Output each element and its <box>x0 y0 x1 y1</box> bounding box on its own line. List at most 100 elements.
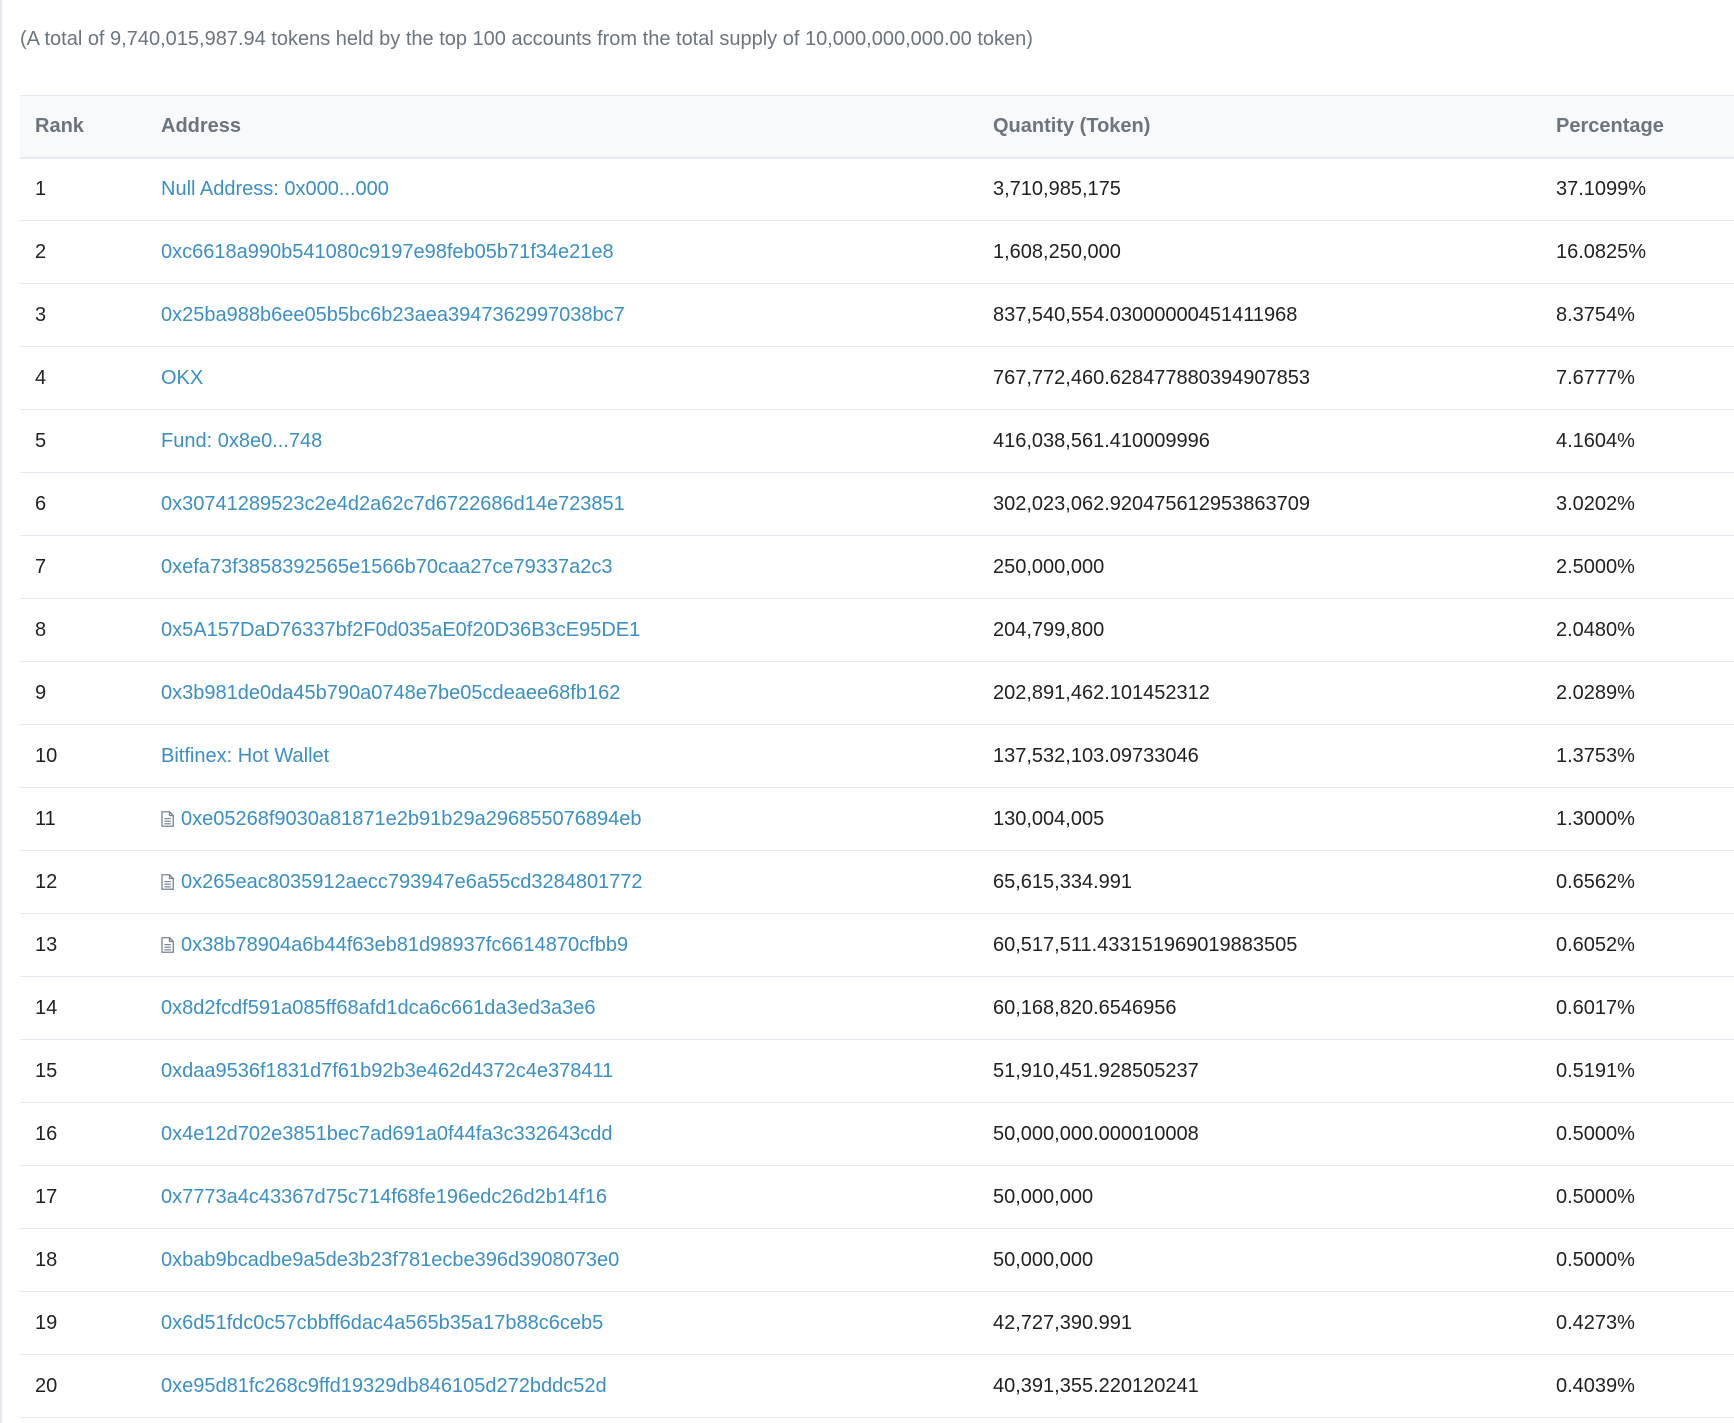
rank-cell: 6 <box>20 472 146 536</box>
address-link[interactable]: 0xefa73f3858392565e1566b70caa27ce79337a2… <box>161 556 613 578</box>
address-cell: 0x8d2fcdf591a085ff68afd1dca6c661da3ed3a3… <box>146 976 978 1040</box>
percentage-cell: 0.6562% <box>1541 850 1734 914</box>
percentage-cell: 0.5000% <box>1541 1228 1734 1292</box>
table-row: 18 0xbab9bcadbe9a5de3b23f781ecbe396d3908… <box>20 1228 1734 1292</box>
address-link[interactable]: 0x5A157DaD76337bf2F0d035aE0f20D36B3cE95D… <box>161 619 640 641</box>
percentage-cell: 1.3000% <box>1541 787 1734 851</box>
rank-cell: 18 <box>20 1228 146 1292</box>
rank-cell: 9 <box>20 661 146 725</box>
quantity-cell: 137,532,103.09733046 <box>978 724 1541 788</box>
quantity-cell: 1,608,250,000 <box>978 220 1541 284</box>
address-link[interactable]: 0x3b981de0da45b790a0748e7be05cdeaee68fb1… <box>161 682 620 704</box>
address-link[interactable]: Fund: 0x8e0...748 <box>161 430 322 452</box>
address-cell: 0x25ba988b6ee05b5bc6b23aea3947362997038b… <box>146 283 978 347</box>
table-row: 4 OKX 767,772,460.628477880394907853 7.6… <box>20 346 1734 410</box>
address-cell: 0x7773a4c43367d75c714f68fe196edc26d2b14f… <box>146 1165 978 1229</box>
table-row: 8 0x5A157DaD76337bf2F0d035aE0f20D36B3cE9… <box>20 598 1734 662</box>
address-link[interactable]: OKX <box>161 367 203 389</box>
quantity-cell: 50,000,000 <box>978 1228 1541 1292</box>
quantity-cell: 837,540,554.03000000451411968 <box>978 283 1541 347</box>
quantity-cell: 60,168,820.6546956 <box>978 976 1541 1040</box>
address-cell: Null Address: 0x000...000 <box>146 157 978 221</box>
address-link[interactable]: 0xe05268f9030a81871e2b91b29a296855076894… <box>181 808 641 830</box>
address-cell: 0x3b981de0da45b790a0748e7be05cdeaee68fb1… <box>146 661 978 725</box>
quantity-cell: 302,023,062.920475612953863709 <box>978 472 1541 536</box>
table-row: 2 0xc6618a990b541080c9197e98feb05b71f34e… <box>20 220 1734 284</box>
rank-cell: 13 <box>20 913 146 977</box>
quantity-cell: 51,910,451.928505237 <box>978 1039 1541 1103</box>
rank-cell: 19 <box>20 1291 146 1355</box>
address-link[interactable]: 0xc6618a990b541080c9197e98feb05b71f34e21… <box>161 241 614 263</box>
address-link[interactable]: 0x8d2fcdf591a085ff68afd1dca6c661da3ed3a3… <box>161 997 595 1019</box>
address-link[interactable]: Null Address: 0x000...000 <box>161 178 389 200</box>
table-row: 19 0x6d51fdc0c57cbbff6dac4a565b35a17b88c… <box>20 1291 1734 1355</box>
address-link[interactable]: 0xe95d81fc268c9ffd19329db846105d272bddc5… <box>161 1375 607 1397</box>
header-row: Rank Address Quantity (Token) Percentage <box>20 95 1734 159</box>
address-cell: 0x5A157DaD76337bf2F0d035aE0f20D36B3cE95D… <box>146 598 978 662</box>
address-cell: 0xefa73f3858392565e1566b70caa27ce79337a2… <box>146 535 978 599</box>
address-cell: 0x4e12d702e3851bec7ad691a0f44fa3c332643c… <box>146 1102 978 1166</box>
address-link[interactable]: 0x25ba988b6ee05b5bc6b23aea3947362997038b… <box>161 304 625 326</box>
rank-cell: 14 <box>20 976 146 1040</box>
table-row: 16 0x4e12d702e3851bec7ad691a0f44fa3c3326… <box>20 1102 1734 1166</box>
address-link[interactable]: 0x30741289523c2e4d2a62c7d6722686d14e7238… <box>161 493 625 515</box>
percentage-cell: 16.0825% <box>1541 220 1734 284</box>
table-row: 17 0x7773a4c43367d75c714f68fe196edc26d2b… <box>20 1165 1734 1229</box>
contract-file-icon <box>161 936 174 953</box>
address-link[interactable]: 0x7773a4c43367d75c714f68fe196edc26d2b14f… <box>161 1186 607 1208</box>
rank-cell: 20 <box>20 1354 146 1418</box>
table-row: 11 0xe05268f9030a81871e2b91b29a296855076… <box>20 787 1734 851</box>
address-cell: 0x38b78904a6b44f63eb81d98937fc6614870cfb… <box>146 913 978 977</box>
table-row: 13 0x38b78904a6b44f63eb81d98937fc6614870… <box>20 913 1734 977</box>
rank-cell: 17 <box>20 1165 146 1229</box>
quantity-cell: 3,710,985,175 <box>978 157 1541 221</box>
percentage-cell: 4.1604% <box>1541 409 1734 473</box>
holders-summary: (A total of 9,740,015,987.94 tokens held… <box>20 28 1033 50</box>
address-cell: 0x6d51fdc0c57cbbff6dac4a565b35a17b88c6ce… <box>146 1291 978 1355</box>
percentage-cell: 3.0202% <box>1541 472 1734 536</box>
address-cell: OKX <box>146 346 978 410</box>
table-row: 5 Fund: 0x8e0...748 416,038,561.41000999… <box>20 409 1734 473</box>
percentage-cell: 0.5000% <box>1541 1165 1734 1229</box>
table-row: 9 0x3b981de0da45b790a0748e7be05cdeaee68f… <box>20 661 1734 725</box>
rank-cell: 15 <box>20 1039 146 1103</box>
table-row: 14 0x8d2fcdf591a085ff68afd1dca6c661da3ed… <box>20 976 1734 1040</box>
address-link[interactable]: Bitfinex: Hot Wallet <box>161 745 329 767</box>
column-header-rank: Rank <box>20 95 146 159</box>
quantity-cell: 65,615,334.991 <box>978 850 1541 914</box>
percentage-cell: 0.4273% <box>1541 1291 1734 1355</box>
table-body: 1 Null Address: 0x000...000 3,710,985,17… <box>20 157 1734 1418</box>
percentage-cell: 37.1099% <box>1541 157 1734 221</box>
quantity-cell: 40,391,355.220120241 <box>978 1354 1541 1418</box>
rank-cell: 2 <box>20 220 146 284</box>
percentage-cell: 0.4039% <box>1541 1354 1734 1418</box>
token-holders-table: Rank Address Quantity (Token) Percentage… <box>20 95 1734 1418</box>
address-cell: 0xbab9bcadbe9a5de3b23f781ecbe396d3908073… <box>146 1228 978 1292</box>
percentage-cell: 2.0480% <box>1541 598 1734 662</box>
address-cell: 0xe05268f9030a81871e2b91b29a296855076894… <box>146 787 978 851</box>
quantity-cell: 130,004,005 <box>978 787 1541 851</box>
address-link[interactable]: 0xdaa9536f1831d7f61b92b3e462d4372c4e3784… <box>161 1060 613 1082</box>
quantity-cell: 767,772,460.628477880394907853 <box>978 346 1541 410</box>
rank-cell: 5 <box>20 409 146 473</box>
address-link[interactable]: 0x265eac8035912aecc793947e6a55cd32848017… <box>181 871 643 893</box>
table-row: 6 0x30741289523c2e4d2a62c7d6722686d14e72… <box>20 472 1734 536</box>
quantity-cell: 42,727,390.991 <box>978 1291 1541 1355</box>
address-link[interactable]: 0x6d51fdc0c57cbbff6dac4a565b35a17b88c6ce… <box>161 1312 603 1334</box>
address-link[interactable]: 0x38b78904a6b44f63eb81d98937fc6614870cfb… <box>181 934 628 956</box>
quantity-cell: 202,891,462.101452312 <box>978 661 1541 725</box>
rank-cell: 3 <box>20 283 146 347</box>
quantity-cell: 60,517,511.433151969019883505 <box>978 913 1541 977</box>
address-link[interactable]: 0x4e12d702e3851bec7ad691a0f44fa3c332643c… <box>161 1123 613 1145</box>
percentage-cell: 2.0289% <box>1541 661 1734 725</box>
column-header-quantity: Quantity (Token) <box>978 95 1541 159</box>
rank-cell: 8 <box>20 598 146 662</box>
quantity-cell: 50,000,000 <box>978 1165 1541 1229</box>
table-row: 3 0x25ba988b6ee05b5bc6b23aea394736299703… <box>20 283 1734 347</box>
percentage-cell: 2.5000% <box>1541 535 1734 599</box>
address-cell: Bitfinex: Hot Wallet <box>146 724 978 788</box>
table-header: Rank Address Quantity (Token) Percentage <box>20 95 1734 159</box>
percentage-cell: 8.3754% <box>1541 283 1734 347</box>
address-cell: 0xdaa9536f1831d7f61b92b3e462d4372c4e3784… <box>146 1039 978 1103</box>
address-link[interactable]: 0xbab9bcadbe9a5de3b23f781ecbe396d3908073… <box>161 1249 619 1271</box>
